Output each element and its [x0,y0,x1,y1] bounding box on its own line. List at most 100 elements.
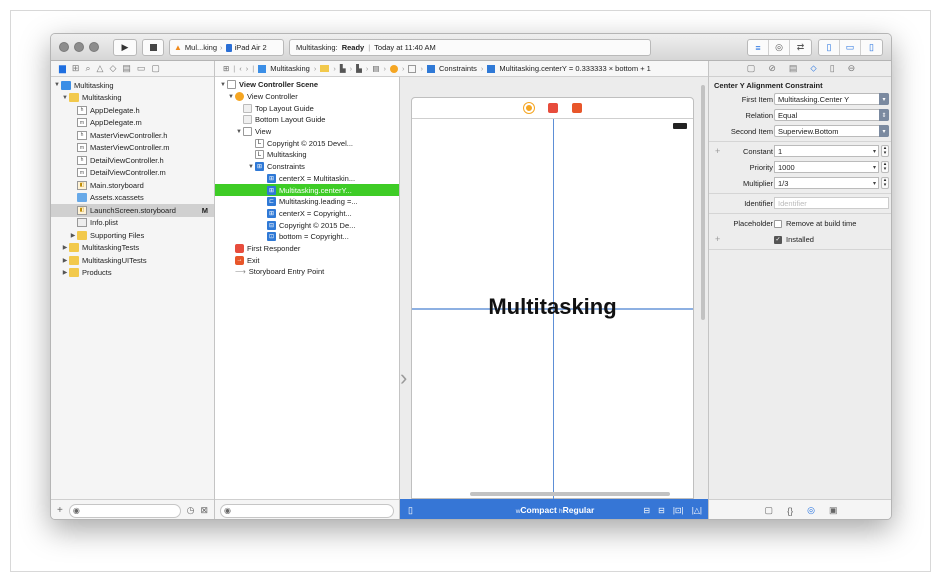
back-icon[interactable]: ‹ [239,64,242,73]
warning-icon[interactable]: △ [97,63,104,74]
toggle-navigator-icon[interactable]: ▯ [819,40,840,55]
symbol-icon[interactable]: ⊞ [72,63,80,74]
outline-row[interactable]: ⊞ centerX = Multitaskin... [215,173,399,185]
toggle-outline-icon[interactable]: ▯ [408,505,413,516]
scheme-selector[interactable]: ▲ Mul...king › iPad Air 2 [169,39,284,56]
multitasking-label[interactable]: Multitasking [412,294,693,320]
outline-row[interactable]: ⊟ Copyright © 2015 De... [215,219,399,231]
constant-field[interactable]: 1 ▾ [774,145,879,157]
media-library-icon[interactable]: ▣ [829,505,838,516]
tree-row-file[interactable]: h MasterViewController.h [51,129,214,142]
tree-row-file-selected[interactable]: ◧ LaunchScreen.storyboard M [51,204,214,217]
tree-row-file[interactable]: Info.plist [51,217,214,230]
disclosure-open-icon[interactable]: ▼ [247,164,255,170]
pin-icon[interactable]: |⊡| [673,506,684,515]
first-item-popup[interactable]: Multitasking.Center Y ▾ [774,93,889,105]
outline-row[interactable]: Top Layout Guide [215,102,399,114]
recent-files-icon[interactable]: ◷ [187,505,195,516]
disclosure-open-icon[interactable]: ▼ [227,94,235,100]
tree-row-group[interactable]: ▶ Products [51,267,214,280]
toggle-utilities-icon[interactable]: ▯ [861,40,882,55]
outline-row[interactable]: First Responder [215,243,399,255]
view-icon[interactable] [408,64,417,73]
outline-row[interactable]: ⊏ Multitasking.leading =... [215,196,399,208]
code-snippet-icon[interactable]: {} [787,506,793,516]
report-icon[interactable]: ▢ [151,63,160,74]
forward-icon[interactable]: › [246,64,249,73]
priority-stepper[interactable]: ▴ ▾ [881,161,889,173]
add-icon[interactable]: + [57,505,63,516]
constraints-icon[interactable] [426,64,435,73]
ipad-view-controller[interactable]: Multitasking [411,97,694,499]
outline-row[interactable]: ▼ ⊞ Constraints [215,161,399,173]
search-icon[interactable]: ⌕ [85,63,90,74]
multiplier-stepper[interactable]: ▴ ▾ [881,177,889,189]
jump-constraint-detail[interactable]: Multitasking.centerY = 0.333333 × bottom… [499,64,650,73]
disclosure-closed-icon[interactable]: ▶ [61,269,69,276]
disclosure-closed-icon[interactable]: ▶ [61,244,69,251]
close-window-button[interactable] [59,42,69,52]
outline-row[interactable]: ▼ View [215,126,399,138]
outline-row[interactable]: ⊞ centerX = Copyright... [215,208,399,220]
help-inspector-icon[interactable]: ⊘ [768,63,776,74]
second-item-popup[interactable]: Superview.Bottom ▾ [774,125,889,137]
outline-row[interactable]: L Copyright © 2015 Devel... [215,137,399,149]
test-icon[interactable]: ◇ [109,63,116,74]
identifier-field[interactable]: Identifier [774,197,889,209]
relation-popup[interactable]: Equal ⇕ [774,109,889,121]
scm-filter-icon[interactable]: ⊠ [200,505,208,516]
attributes-inspector-icon[interactable]: ⬦ [810,63,816,74]
version-editor-icon[interactable]: ⇄ [790,40,811,55]
related-items-icon[interactable]: ⊞ [223,64,229,73]
storyboard-icon[interactable]: ▙ [356,64,362,73]
disclosure-open-icon[interactable]: ▼ [61,95,69,101]
view-controller-icon[interactable] [523,103,534,113]
tree-row-group[interactable]: ▶ MultitaskingTests [51,242,214,255]
horizontal-scrollbar[interactable] [470,492,670,496]
outline-filter-field[interactable]: ◉ [220,503,394,518]
view-controller-icon[interactable] [389,64,398,73]
entry-point-arrow-icon[interactable]: › [400,365,407,391]
outline-row[interactable]: L Multitasking [215,149,399,161]
stack-icon[interactable]: ⊟ [643,506,650,515]
plus-icon[interactable]: + [715,146,720,156]
resolve-icon[interactable]: |△| [692,506,702,515]
tree-row-group[interactable]: ▼ Multitasking [51,92,214,105]
tree-row-file[interactable]: m MasterViewController.m [51,142,214,155]
remove-at-build-checkbox[interactable]: Remove at build time [774,219,856,229]
file-inspector-icon[interactable]: ▢ [747,63,756,74]
first-responder-icon[interactable] [547,103,558,113]
standard-editor-icon[interactable]: ≡ [748,40,769,55]
navigator-filter-field[interactable]: ◉ [68,503,181,518]
installed-checkbox[interactable]: ✓ Installed [774,235,814,245]
tree-row-file[interactable]: h AppDelegate.h [51,104,214,117]
tree-row-group[interactable]: ▶ Supporting Files [51,229,214,242]
storyboard-icon[interactable]: ▙ [340,64,346,73]
assistant-editor-icon[interactable]: ◎ [769,40,790,55]
priority-field[interactable]: 1000 ▾ [774,161,879,173]
connections-inspector-icon[interactable]: ⊖ [848,63,856,74]
run-button[interactable]: ▶ [113,39,137,56]
tree-row-file[interactable]: Assets.xcassets [51,192,214,205]
outline-row[interactable]: ▼ View Controller [215,91,399,103]
outline-row[interactable]: → Exit [215,254,399,266]
file-template-icon[interactable]: ▢ [765,505,774,516]
outline-row[interactable]: Bottom Layout Guide [215,114,399,126]
multiplier-field[interactable]: 1/3 ▾ [774,177,879,189]
vertical-scrollbar[interactable] [701,85,705,320]
tree-row-file[interactable]: ◧ Main.storyboard [51,179,214,192]
align-icon[interactable]: ⊟ [658,506,665,515]
outline-row[interactable]: ⟶ Storyboard Entry Point [215,266,399,278]
outline-row-selected[interactable]: ⊞ Multitasking.centerY... [215,184,399,196]
constraint-icon[interactable] [487,64,496,73]
disclosure-open-icon[interactable]: ▼ [219,82,227,88]
disclosure-closed-icon[interactable]: ▶ [61,257,69,264]
object-library-icon[interactable]: ◎ [807,505,815,516]
disclosure-open-icon[interactable]: ▼ [53,82,61,88]
size-class-selector[interactable]: wCompact hRegular [480,505,630,515]
zoom-window-button[interactable] [89,42,99,52]
tree-row-file[interactable]: m AppDelegate.m [51,117,214,130]
debug-icon[interactable]: ▤ [122,63,131,74]
folder-icon[interactable] [320,65,330,72]
stop-button[interactable] [142,39,164,56]
